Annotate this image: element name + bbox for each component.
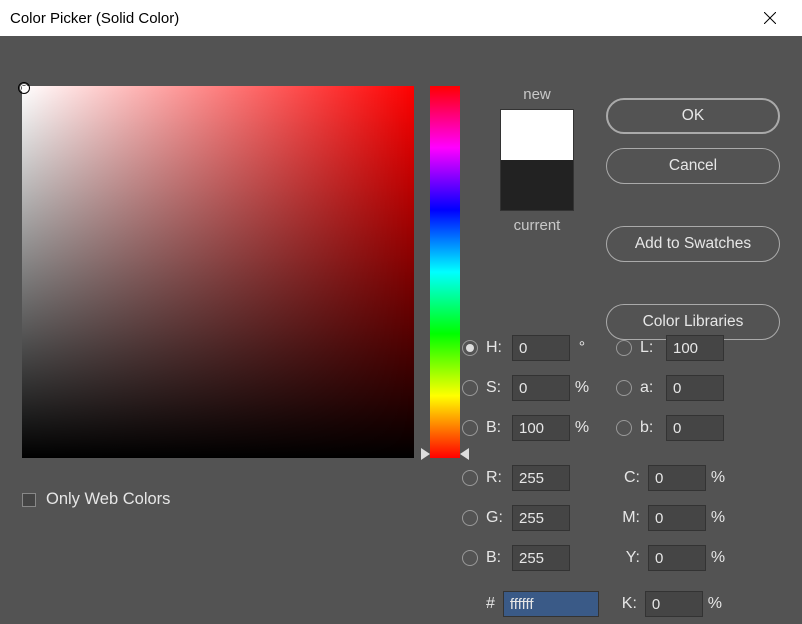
a-label: a: (640, 379, 666, 397)
a-input[interactable] (666, 375, 724, 401)
b-hsb-label: B: (486, 419, 512, 437)
g-input[interactable] (512, 505, 570, 531)
close-icon (764, 12, 776, 24)
b-lab-label: b: (640, 419, 666, 437)
g-radio[interactable] (462, 510, 478, 526)
current-color-swatch[interactable] (501, 160, 573, 210)
c-input[interactable] (648, 465, 706, 491)
g-label: G: (486, 509, 512, 527)
new-color-swatch[interactable] (501, 110, 573, 160)
hex-label: # (486, 595, 495, 613)
b-rgb-radio[interactable] (462, 550, 478, 566)
close-button[interactable] (748, 0, 792, 36)
s-unit: % (570, 379, 594, 397)
s-label: S: (486, 379, 512, 397)
r-radio[interactable] (462, 470, 478, 486)
c-unit: % (706, 469, 730, 487)
h-radio[interactable] (462, 340, 478, 356)
k-unit: % (703, 595, 727, 613)
y-label: Y: (616, 549, 640, 567)
y-unit: % (706, 549, 730, 567)
b-lab-input[interactable] (666, 415, 724, 441)
m-input[interactable] (648, 505, 706, 531)
c-label: C: (616, 469, 640, 487)
h-unit: ° (570, 339, 594, 357)
hex-input[interactable] (503, 591, 599, 617)
l-input[interactable] (666, 335, 724, 361)
s-radio[interactable] (462, 380, 478, 396)
web-colors-checkbox[interactable] (22, 493, 36, 507)
r-input[interactable] (512, 465, 570, 491)
ok-button[interactable]: OK (606, 98, 780, 134)
hue-slider[interactable] (430, 86, 460, 458)
window-title: Color Picker (Solid Color) (10, 10, 179, 27)
k-label: K: (613, 595, 637, 613)
r-label: R: (486, 469, 512, 487)
k-input[interactable] (645, 591, 703, 617)
l-radio[interactable] (616, 340, 632, 356)
add-to-swatches-button[interactable]: Add to Swatches (606, 226, 780, 262)
new-label: new (523, 86, 551, 103)
h-input[interactable] (512, 335, 570, 361)
y-input[interactable] (648, 545, 706, 571)
b-hsb-unit: % (570, 419, 594, 437)
sv-marker[interactable] (18, 82, 30, 94)
web-colors-label: Only Web Colors (46, 490, 170, 509)
h-label: H: (486, 339, 512, 357)
saturation-value-field[interactable] (22, 86, 414, 458)
m-label: M: (616, 509, 640, 527)
l-label: L: (640, 339, 666, 357)
b-rgb-input[interactable] (512, 545, 570, 571)
color-swatch (500, 109, 574, 211)
cancel-button[interactable]: Cancel (606, 148, 780, 184)
b-hsb-radio[interactable] (462, 420, 478, 436)
titlebar: Color Picker (Solid Color) (0, 0, 802, 36)
b-lab-radio[interactable] (616, 420, 632, 436)
a-radio[interactable] (616, 380, 632, 396)
current-label: current (514, 217, 561, 234)
b-rgb-label: B: (486, 549, 512, 567)
s-input[interactable] (512, 375, 570, 401)
m-unit: % (706, 509, 730, 527)
b-hsb-input[interactable] (512, 415, 570, 441)
